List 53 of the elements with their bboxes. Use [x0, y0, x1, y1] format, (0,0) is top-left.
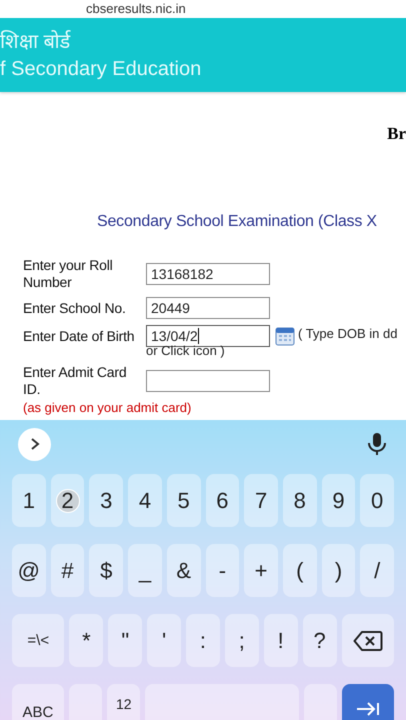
keyboard-key[interactable]: _ [128, 544, 162, 597]
keyboard-key[interactable]: 12 [107, 684, 140, 720]
hindi-title: शिक्षा बोर्ड [0, 29, 72, 55]
keyboard-key[interactable]: 7 [244, 474, 278, 527]
backspace-key[interactable] [342, 614, 394, 667]
keyboard-key[interactable]: " [108, 614, 142, 667]
date-format-hint: ( Type DOB in dd [298, 326, 398, 341]
keyboard-key[interactable]: =\< [12, 614, 64, 667]
touch-indicator [56, 488, 80, 512]
calendar-icon[interactable] [275, 326, 295, 346]
input-field[interactable] [146, 370, 270, 392]
keyboard-key[interactable]: + [244, 544, 278, 597]
chevron-icon [28, 437, 40, 451]
field-label: Enter Admit Card ID. [23, 364, 128, 398]
keyboard-key[interactable]: 4 [128, 474, 162, 527]
input-field[interactable]: 20449 [146, 297, 270, 319]
keyboard-key[interactable]: ( [282, 544, 317, 597]
keyboard-key[interactable]: ) [322, 544, 356, 597]
keyboard-key[interactable]: 3 [89, 474, 124, 527]
keyboard-key[interactable]: ? [302, 614, 336, 667]
keyboard-key[interactable]: 8 [282, 474, 317, 527]
board-title: f Secondary Education [0, 57, 202, 81]
keyboard-key[interactable]: & [166, 544, 201, 597]
date-field[interactable]: 13/04/2 [146, 325, 270, 347]
keyboard-key[interactable]: 0 [360, 474, 394, 527]
keyboard-key[interactable]: 1 [12, 474, 46, 527]
expand-button[interactable] [18, 428, 51, 460]
keyboard-key[interactable]: - [206, 544, 240, 597]
keyboard-key[interactable]: * [69, 614, 104, 667]
keyboard-key[interactable]: # [50, 544, 84, 597]
keyboard-key[interactable]: ' [147, 614, 182, 667]
keyboard-key[interactable]: 9 [322, 474, 356, 527]
keyboard-key[interactable]: / [360, 544, 394, 597]
keyboard-key[interactable]: ! [264, 614, 298, 667]
backspace-icon [352, 630, 383, 652]
keyboard-key[interactable]: : [186, 614, 220, 667]
keyboard-key[interactable]: 6 [206, 474, 240, 527]
keyboard-key[interactable]: $ [89, 544, 124, 597]
field-label: Enter your Roll Number [23, 257, 114, 291]
exam-title: Secondary School Examination (Class X [96, 213, 378, 232]
side-text: Br [387, 124, 406, 144]
field-label: Enter School No. [23, 300, 127, 316]
field-note: (as given on your admit card) [23, 400, 192, 415]
field-label: Enter Date of Birth [23, 328, 136, 344]
input-field[interactable]: 13168182 [146, 263, 270, 285]
keyboard-key[interactable]: @ [12, 544, 46, 597]
microphone-icon[interactable] [366, 432, 388, 456]
url-text: cbseresults.nic.in [86, 1, 186, 16]
keyboard-key[interactable]: ; [224, 614, 259, 667]
tab-arrow-icon [356, 702, 380, 716]
keyboard-key[interactable]: 2 [50, 474, 84, 527]
keyboard-key[interactable]: ABC [12, 684, 64, 720]
keyboard-key[interactable]: 5 [166, 474, 201, 527]
